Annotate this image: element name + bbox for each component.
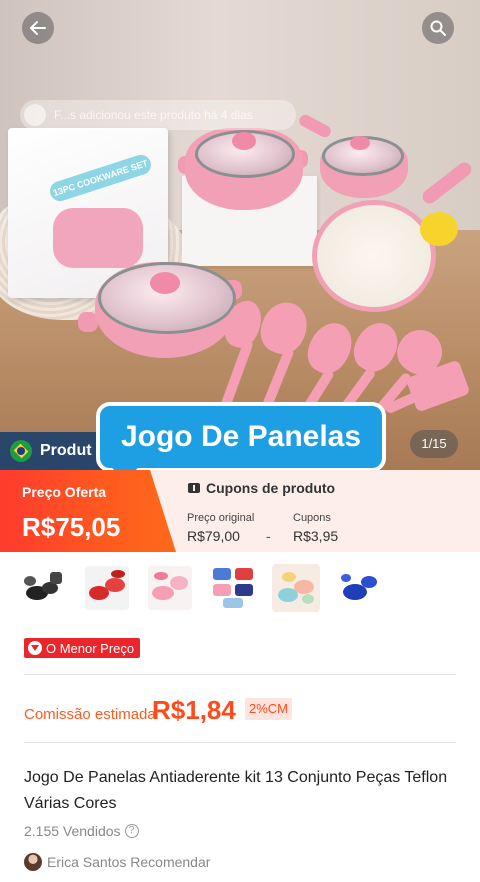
box-label: 13PC COOKWARE SET [47, 152, 154, 204]
ticket-icon [188, 483, 200, 493]
recommender[interactable]: Erica Santos Recomendar [24, 853, 210, 871]
offer-price-label: Preço Oferta [22, 484, 107, 500]
sold-count: 2.155 Vendidos ? [24, 823, 139, 839]
commission-value: R$1,84 [152, 695, 236, 725]
sold-count-text: 2.155 Vendidos [24, 823, 121, 839]
question-icon[interactable]: ? [124, 824, 139, 838]
offer-price-block: Preço Oferta R$75,05 [0, 470, 176, 552]
product-image-gallery[interactable]: 13PC COOKWARE SET F...s adicionou este p… [0, 0, 480, 470]
original-price-label: Preço original [187, 512, 255, 524]
minus-sign: - [266, 528, 271, 544]
variant-thumbnails [20, 564, 460, 612]
brand-strip-label: Produt [40, 442, 92, 459]
coupons-header[interactable]: Cupons de produto [188, 480, 335, 496]
coupon-value: R$3,95 [293, 528, 339, 544]
lid-knob [350, 136, 370, 150]
arrow-left-icon [30, 21, 46, 35]
variant-thumb-pink-set[interactable] [146, 564, 194, 612]
user-avatar [24, 104, 46, 126]
avatar [24, 853, 42, 871]
arrow-down-icon [28, 641, 42, 655]
price-band: Preço Oferta R$75,05 Cupons de produto P… [0, 470, 480, 552]
coupon-label: Cupons [293, 512, 331, 524]
brazil-flag-icon [10, 440, 32, 462]
lemon [420, 212, 458, 246]
product-page: 13PC COOKWARE SET F...s adicionou este p… [0, 0, 480, 882]
recommender-text: Erica Santos Recomendar [47, 854, 211, 870]
variant-thumb-multi-color-set[interactable] [209, 564, 257, 612]
coupons-header-label: Cupons de produto [206, 480, 336, 496]
variant-thumb-pastel-set[interactable] [272, 564, 320, 612]
product-title: Jogo De Panelas Antiaderente kit 13 Conj… [24, 769, 448, 812]
variant-thumb-black-set[interactable] [20, 564, 68, 612]
lowest-price-badge: O Menor Preço [24, 638, 141, 658]
title-callout-text: Jogo De Panelas [120, 420, 362, 453]
recently-added-notice: F...s adicionou este produto há 4 dias [20, 100, 296, 130]
image-counter: 1/15 [410, 430, 458, 458]
commission-percent-badge: 2%CM [245, 698, 293, 720]
lid-knob [232, 132, 256, 150]
frying-pan [312, 200, 436, 312]
recently-added-text: F...s adicionou este produto há 4 dias [54, 108, 253, 122]
variant-thumb-red-set[interactable] [83, 564, 131, 612]
lid-knob [150, 272, 180, 294]
commission-label: Comissão estimada [24, 706, 156, 723]
box-pot-illustration [53, 208, 143, 268]
search-icon [430, 20, 446, 36]
title-callout: Jogo De Panelas [96, 402, 386, 487]
offer-price-value: R$75,05 [22, 512, 121, 542]
divider [24, 742, 456, 743]
variant-thumb-blue-set[interactable] [335, 564, 383, 612]
divider [24, 674, 456, 675]
original-price-value: R$79,00 [187, 528, 240, 544]
lowest-price-label: O Menor Preço [46, 640, 135, 656]
search-button[interactable] [422, 12, 454, 44]
back-button[interactable] [22, 12, 54, 44]
